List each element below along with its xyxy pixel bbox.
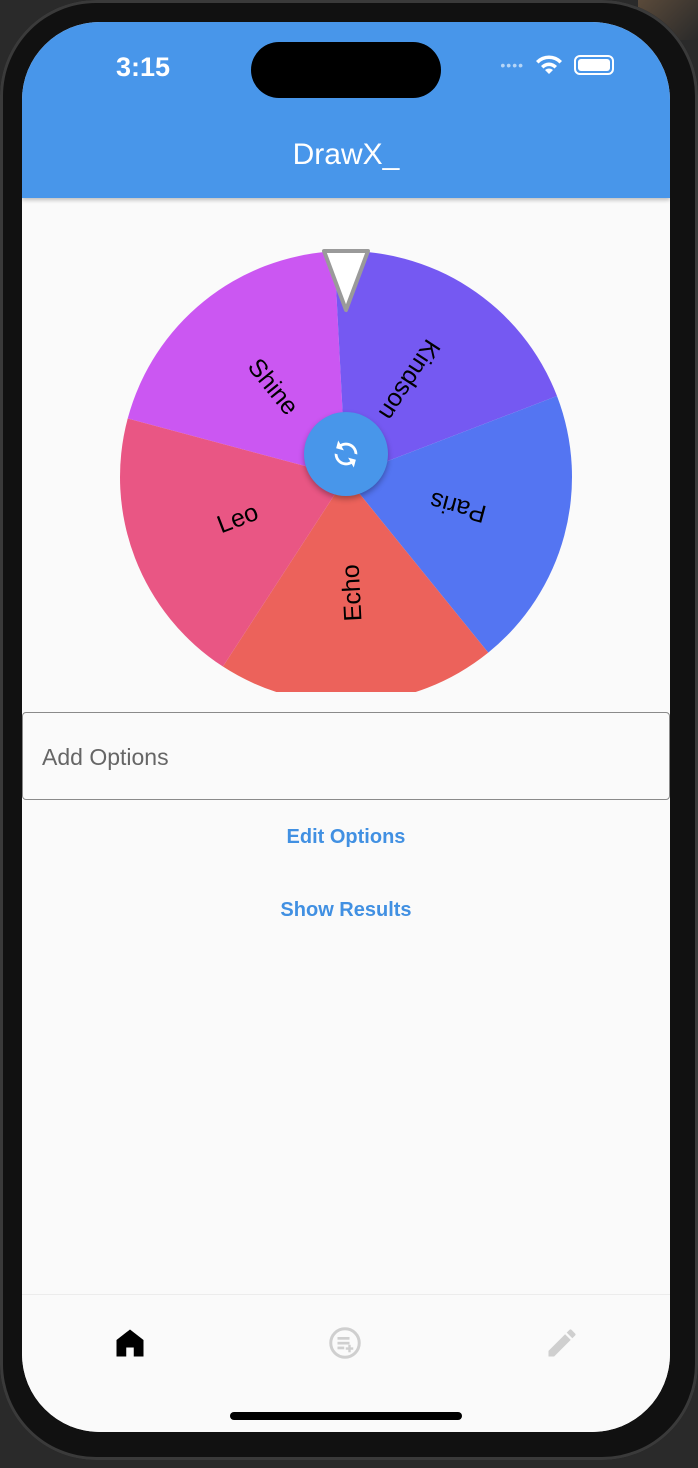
app-title: DrawX_: [292, 138, 400, 171]
phone-frame: 3:15 •••• DrawX_ Shine Kindson Paris Echo Le…: [0, 0, 698, 1460]
sync-icon: [334, 440, 358, 468]
status-icons: ••••: [500, 54, 614, 76]
add-options-field[interactable]: [22, 712, 670, 801]
home-icon[interactable]: [112, 1325, 148, 1361]
app-bar: 3:15 •••• DrawX_: [22, 22, 670, 198]
wifi-icon: [536, 55, 562, 74]
wheel-label-echo: Echo: [337, 564, 368, 622]
playlist-add-icon[interactable]: [327, 1325, 363, 1361]
edit-icon[interactable]: [544, 1325, 580, 1361]
status-time: 3:15: [116, 52, 171, 82]
edit-options-button[interactable]: Edit Options: [22, 826, 670, 849]
spin-button[interactable]: [304, 412, 388, 496]
signal-icon: ••••: [500, 57, 524, 73]
battery-icon: [574, 55, 614, 75]
dynamic-island: [251, 42, 441, 98]
add-options-input[interactable]: [40, 713, 644, 801]
screen: 3:15 •••• DrawX_ Shine Kindson Paris Echo Le…: [22, 22, 670, 1432]
home-indicator: [230, 1412, 462, 1420]
show-results-button[interactable]: Show Results: [22, 899, 670, 922]
